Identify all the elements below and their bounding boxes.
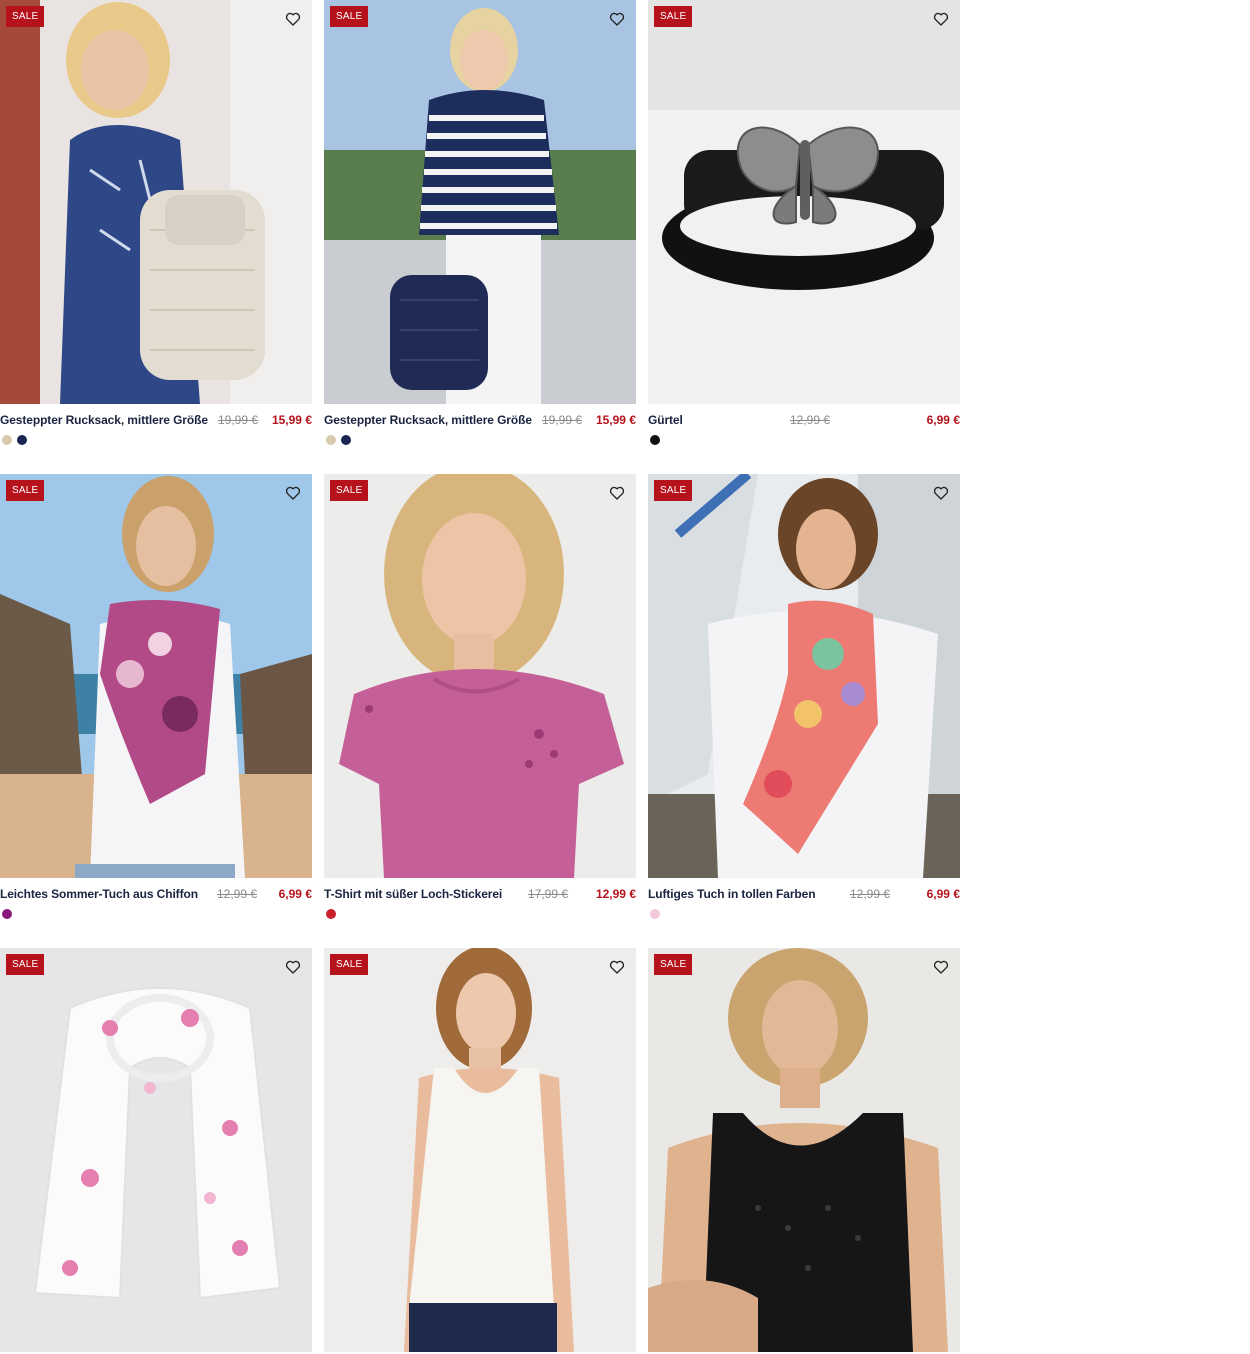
color-swatch-red[interactable] [326, 909, 336, 919]
color-swatches [326, 435, 636, 445]
color-swatch-light-pink[interactable] [650, 909, 660, 919]
product-info: Gesteppter Rucksack, mittlere Größe 19,9… [324, 410, 636, 430]
sale-badge: SALE [6, 480, 45, 501]
product-card[interactable]: SALE [648, 948, 960, 1354]
sale-badge: SALE [330, 6, 369, 27]
color-swatch-navy[interactable] [341, 435, 351, 445]
sale-badge: SALE [654, 6, 693, 27]
product-grid: SALE Gesteppter Rucksack, mittlere Größe… [0, 0, 960, 1354]
product-image[interactable]: SALE [0, 948, 312, 1352]
old-price: 12,99 € [790, 413, 831, 427]
heart-outline-icon[interactable] [608, 484, 626, 502]
product-name[interactable]: Gürtel [648, 413, 683, 427]
product-image[interactable]: SALE [0, 474, 312, 878]
product-info: Gesteppter Rucksack, mittlere Größe 19,9… [0, 410, 312, 430]
sale-price: 15,99 € [271, 413, 312, 427]
product-info: Luftiges Tuch in tollen Farben 12,99 € 6… [648, 884, 960, 904]
product-image[interactable]: SALE [324, 474, 636, 878]
product-card[interactable]: SALE Gürtel 12,99 € 6,99 € [648, 0, 960, 474]
product-image[interactable]: SALE [324, 0, 636, 404]
heart-outline-icon[interactable] [284, 484, 302, 502]
sale-price: 15,99 € [595, 413, 636, 427]
color-swatches [2, 435, 312, 445]
color-swatches [326, 909, 636, 919]
color-swatches [650, 909, 960, 919]
product-name[interactable]: Leichtes Sommer-Tuch aus Chiffon [0, 887, 198, 901]
heart-outline-icon[interactable] [608, 10, 626, 28]
color-swatches [650, 435, 960, 445]
sale-badge: SALE [6, 954, 45, 975]
sale-badge: SALE [654, 480, 693, 501]
sale-price: 6,99 € [926, 887, 960, 901]
color-swatch-black[interactable] [650, 435, 660, 445]
product-card[interactable]: SALE [0, 948, 312, 1354]
product-name[interactable]: Gesteppter Rucksack, mittlere Größe [324, 413, 532, 427]
color-swatches [2, 909, 312, 919]
product-card[interactable]: SALE [324, 948, 636, 1354]
heart-outline-icon[interactable] [608, 958, 626, 976]
sale-badge: SALE [654, 954, 693, 975]
heart-outline-icon[interactable] [284, 958, 302, 976]
sale-price: 6,99 € [278, 887, 312, 901]
heart-outline-icon[interactable] [932, 484, 950, 502]
sale-price: 12,99 € [595, 887, 636, 901]
color-swatch-navy[interactable] [17, 435, 27, 445]
sale-badge: SALE [330, 954, 369, 975]
sale-price: 6,99 € [926, 413, 960, 427]
color-swatch-beige[interactable] [2, 435, 12, 445]
product-info: Gürtel 12,99 € 6,99 € [648, 410, 960, 430]
product-card[interactable]: SALE Gesteppter Rucksack, mittlere Größe… [324, 0, 636, 474]
product-name[interactable]: Gesteppter Rucksack, mittlere Größe [0, 413, 208, 427]
product-card[interactable]: SALE Leichtes Sommer-Tuch aus Chiffon 12… [0, 474, 312, 948]
old-price: 12,99 € [850, 887, 891, 901]
product-info: Leichtes Sommer-Tuch aus Chiffon 12,99 €… [0, 884, 312, 904]
product-image[interactable]: SALE [648, 474, 960, 878]
product-name[interactable]: T-Shirt mit süßer Loch-Stickerei [324, 887, 502, 901]
product-info: T-Shirt mit süßer Loch-Stickerei 17,99 €… [324, 884, 636, 904]
color-swatch-beige[interactable] [326, 435, 336, 445]
heart-outline-icon[interactable] [932, 958, 950, 976]
old-price: 12,99 € [217, 887, 258, 901]
product-card[interactable]: SALE Luftiges Tuch in tollen Farben 12,9… [648, 474, 960, 948]
old-price: 17,99 € [528, 887, 569, 901]
product-card[interactable]: SALE T-Shirt mit süßer Loch-Stickerei 17… [324, 474, 636, 948]
sale-badge: SALE [6, 6, 45, 27]
product-image[interactable]: SALE [324, 948, 636, 1352]
old-price: 19,99 € [218, 413, 259, 427]
old-price: 19,99 € [542, 413, 583, 427]
heart-outline-icon[interactable] [932, 10, 950, 28]
product-image[interactable]: SALE [0, 0, 312, 404]
product-image[interactable]: SALE [648, 0, 960, 404]
color-swatch-purple[interactable] [2, 909, 12, 919]
product-card[interactable]: SALE Gesteppter Rucksack, mittlere Größe… [0, 0, 312, 474]
product-name[interactable]: Luftiges Tuch in tollen Farben [648, 887, 816, 901]
product-image[interactable]: SALE [648, 948, 960, 1352]
sale-badge: SALE [330, 480, 369, 501]
heart-outline-icon[interactable] [284, 10, 302, 28]
